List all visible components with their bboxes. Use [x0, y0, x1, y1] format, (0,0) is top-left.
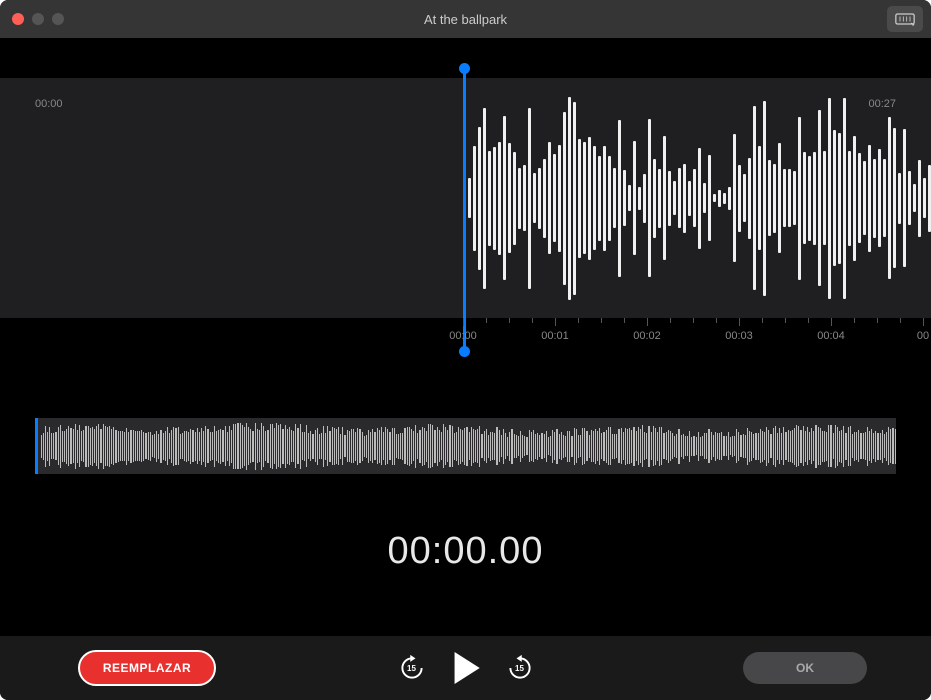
app-window: At the ballpark 00:0000:0100:0200:0300:0…	[0, 0, 931, 700]
overview-end-label: 00:27	[868, 98, 896, 110]
overview-waveform[interactable]	[35, 418, 896, 474]
overview-start-label: 00:00	[35, 98, 63, 110]
trim-icon	[895, 11, 915, 27]
transport-controls: 15 15	[396, 650, 536, 686]
toolbar: REEMPLAZAR 15 15	[0, 636, 931, 700]
minimize-window-button[interactable]	[32, 13, 44, 25]
ok-button[interactable]: OK	[743, 652, 867, 684]
waveform-bars	[468, 78, 931, 318]
play-button[interactable]	[448, 650, 484, 686]
replace-button-label: REEMPLAZAR	[103, 661, 191, 675]
rewind-15-button[interactable]: 15	[396, 652, 428, 684]
main-waveform[interactable]: 00:0000:0100:0200:0300:0400	[0, 78, 931, 338]
play-icon	[452, 652, 480, 684]
overview-bars	[38, 418, 896, 474]
editor-area: 00:0000:0100:0200:0300:0400 00:00 00:27 …	[0, 38, 931, 638]
maximize-window-button[interactable]	[52, 13, 64, 25]
title-bar: At the ballpark	[0, 0, 931, 38]
forward-seconds-label: 15	[515, 664, 524, 673]
forward-15-button[interactable]: 15	[504, 652, 536, 684]
replace-button[interactable]: REEMPLAZAR	[78, 650, 216, 686]
timecode-display: 00:00.00	[0, 530, 931, 573]
window-title: At the ballpark	[424, 12, 507, 27]
rewind-seconds-label: 15	[407, 664, 416, 673]
trim-button[interactable]	[887, 6, 923, 32]
traffic-lights	[12, 13, 64, 25]
overview-labels: 00:00 00:27	[35, 98, 896, 110]
time-ruler: 00:0000:0100:0200:0300:0400	[460, 318, 931, 348]
close-window-button[interactable]	[12, 13, 24, 25]
ok-button-label: OK	[796, 661, 814, 675]
playhead[interactable]	[463, 68, 466, 352]
